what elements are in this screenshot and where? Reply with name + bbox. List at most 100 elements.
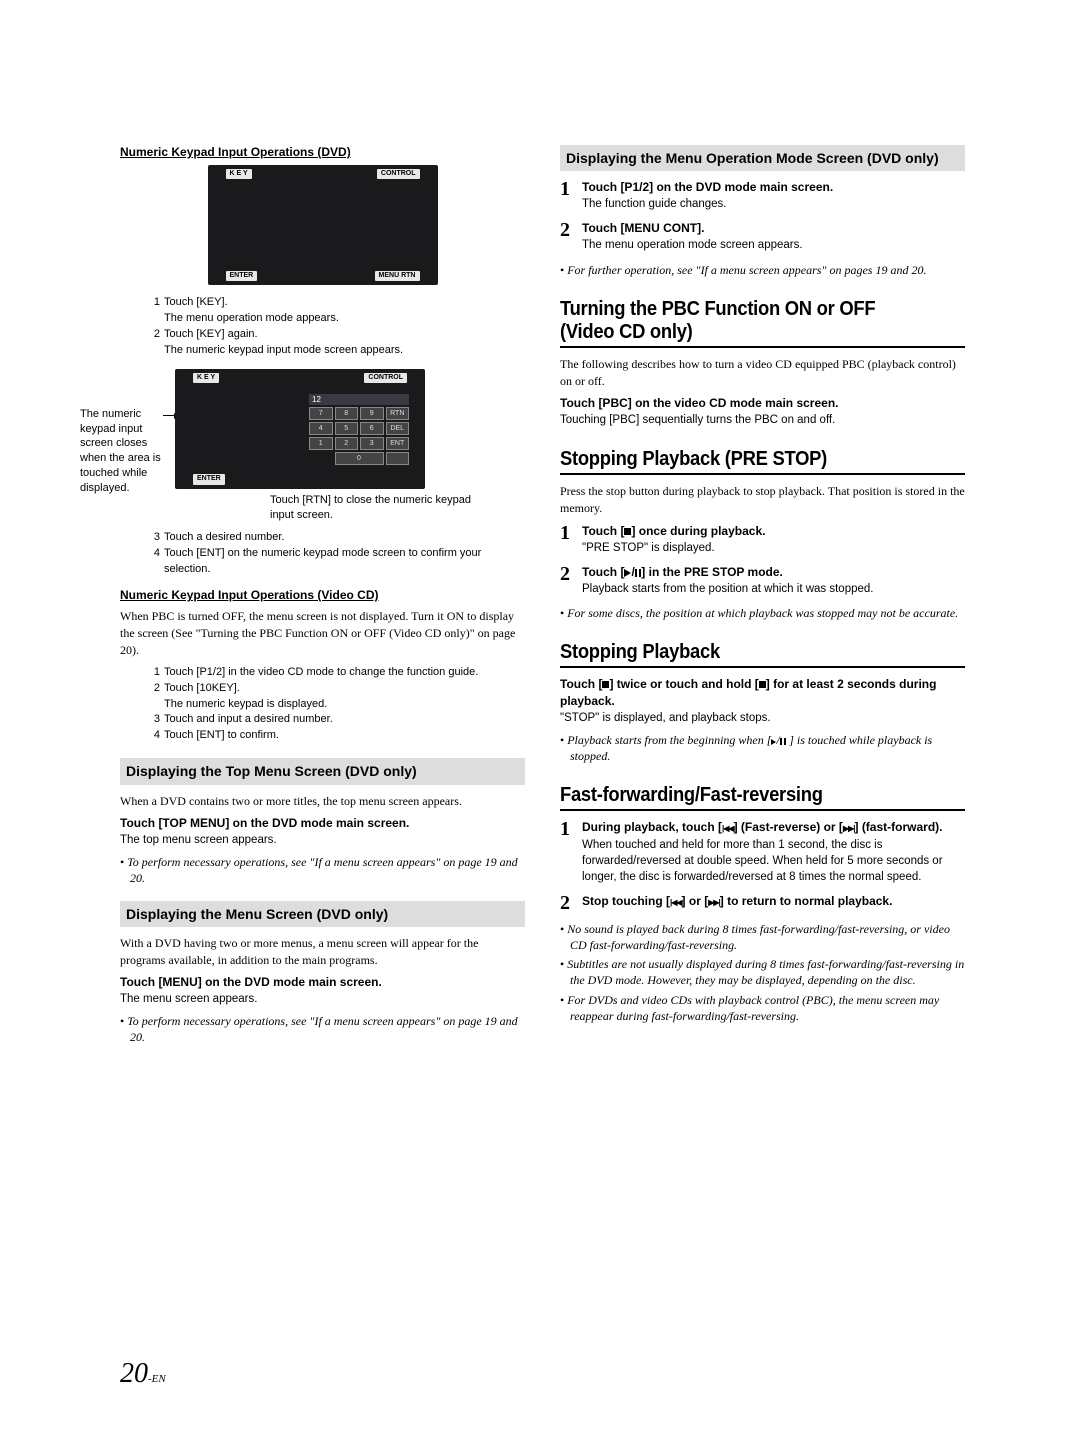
body-text: Press the stop button during playback to… — [560, 483, 965, 517]
step-text: Touch [KEY] again. — [164, 328, 258, 340]
keypad-5: 5 — [335, 422, 359, 435]
keypad-blank — [386, 452, 410, 465]
t: Stop touching [ — [582, 894, 670, 908]
step-sub: The menu operation mode appears. — [164, 312, 339, 324]
note-list: To perform necessary operations, see "If… — [120, 854, 525, 886]
keypad-0: 0 — [335, 452, 384, 465]
shot-menurtn-button: MENU RTN — [375, 271, 420, 281]
t: ] once during playback. — [631, 524, 765, 538]
t: ] in the PRE STOP mode. — [641, 565, 783, 579]
rule — [560, 473, 965, 475]
keypad-3: 3 — [360, 437, 384, 450]
steps-keypad-2: 3Touch a desired number. 4Touch [ENT] on… — [150, 530, 525, 578]
note-list: For further operation, see "If a menu sc… — [560, 262, 965, 278]
note-list: For some discs, the position at which pl… — [560, 605, 965, 621]
instruction-bold: Touch [MENU] on the DVD mode main screen… — [120, 974, 525, 991]
step-sub: Playback starts from the position at whi… — [582, 583, 873, 595]
step-sub: The function guide changes. — [582, 198, 727, 210]
instruction-sub: "STOP" is displayed, and playback stops. — [560, 710, 965, 726]
step-bold: Touch [P1/2] on the DVD mode main screen… — [582, 180, 833, 194]
step-text: Touch [P1/2] in the video CD mode to cha… — [164, 666, 478, 678]
steps-prestop: 1 Touch [ ] once during playback. "PRE ST… — [560, 523, 965, 597]
step-sub: "PRE STOP" is displayed. — [582, 542, 715, 554]
note-item: No sound is played back during 8 times f… — [560, 921, 965, 953]
note-list: To perform necessary operations, see "If… — [120, 1013, 525, 1045]
note-item: Playback starts from the beginning when … — [560, 732, 965, 764]
skip-fwd-icon — [708, 894, 720, 908]
body-text: When a DVD contains two or more titles, … — [120, 793, 525, 810]
steps-menumode: 1 Touch [P1/2] on the DVD mode main scre… — [560, 179, 965, 253]
skip-fwd-icon — [843, 820, 855, 834]
step-text: Touch [ENT] to confirm. — [164, 729, 279, 741]
keypad-9: 9 — [360, 407, 384, 420]
rtn-note: Touch [RTN] to close the numeric keypad … — [270, 493, 490, 523]
step-text: Touch and input a desired number. — [164, 713, 333, 725]
keypad-display: 12 — [309, 394, 409, 405]
t: ] or [ — [682, 894, 709, 908]
t: Touch [ — [560, 677, 602, 691]
shot-control-button: CONTROL — [377, 169, 420, 179]
shot-key-button: K E Y — [193, 373, 219, 383]
note-item: To perform necessary operations, see "If… — [120, 854, 525, 886]
screenshot-keypad: K E Y CONTROL ENTER 12 7 8 9 RTN 4 5 6 — [175, 369, 425, 489]
pause-icon — [780, 738, 783, 745]
step-text: Touch [KEY]. — [164, 296, 228, 308]
stop-icon — [759, 681, 766, 688]
note-item: Subtitles are not usually displayed duri… — [560, 956, 965, 988]
shot-enter-button: ENTER — [193, 474, 225, 484]
instruction-bold: Touch [PBC] on the video CD mode main sc… — [560, 395, 965, 412]
step-text: Touch [ENT] on the numeric keypad mode s… — [164, 547, 481, 575]
t: ] (fast-forward). — [854, 820, 942, 834]
steps-vcd: 1Touch [P1/2] in the video CD mode to ch… — [150, 665, 525, 745]
step-sub: The numeric keypad input mode screen app… — [164, 344, 403, 356]
step-number: 1 — [560, 819, 574, 884]
play-icon — [771, 739, 776, 745]
t: ] twice or touch and hold [ — [609, 677, 758, 691]
heading-menumode: Displaying the Menu Operation Mode Scree… — [560, 145, 965, 171]
shot-enter-button: ENTER — [226, 271, 258, 281]
t: Playback starts from the beginning when … — [567, 733, 771, 747]
keypad-ent: ENT — [386, 437, 410, 450]
step-text: Touch [10KEY]. — [164, 682, 240, 694]
steps-ff: 1 During playback, touch [ ] (Fast-revers… — [560, 819, 965, 912]
instruction-sub: The top menu screen appears. — [120, 832, 525, 848]
body-text: When PBC is turned OFF, the menu screen … — [120, 608, 525, 658]
t: ] (Fast-reverse) or [ — [734, 820, 843, 834]
steps-keypad-1: 1Touch [KEY]. The menu operation mode ap… — [150, 295, 525, 359]
t: Touch [ — [582, 565, 624, 579]
heading-keypad-dvd: Numeric Keypad Input Operations (DVD) — [120, 145, 525, 159]
pause-icon — [635, 569, 638, 577]
note-item: For DVDs and video CDs with playback con… — [560, 992, 965, 1024]
step-number: 1 — [560, 179, 574, 212]
skip-back-icon — [670, 894, 682, 908]
step-number: 2 — [560, 220, 574, 253]
section-ff: Fast-forwarding/Fast-reversing — [560, 784, 933, 807]
note-item: To perform necessary operations, see "If… — [120, 1013, 525, 1045]
t: During playback, touch [ — [582, 820, 722, 834]
instruction-bold: Touch [TOP MENU] on the DVD mode main sc… — [120, 815, 525, 832]
page-number-value: 20 — [120, 1358, 148, 1389]
section-pbc: Turning the PBC Function ON or OFF (Vide… — [560, 298, 933, 344]
left-column: Numeric Keypad Input Operations (DVD) K … — [120, 145, 525, 1049]
keypad-1: 1 — [309, 437, 333, 450]
note-list: No sound is played back during 8 times f… — [560, 921, 965, 1024]
step-text: Touch a desired number. — [164, 531, 284, 543]
rule — [560, 809, 965, 811]
step-bold: Touch [MENU CONT]. — [582, 221, 704, 235]
rule — [560, 666, 965, 668]
side-note: The numeric keypad input screen closes w… — [80, 407, 164, 496]
step-sub: The menu operation mode screen appears. — [582, 239, 803, 251]
manual-page: Numeric Keypad Input Operations (DVD) K … — [0, 0, 1080, 1445]
skip-back-icon — [722, 820, 734, 834]
keypad-8: 8 — [335, 407, 359, 420]
keypad-4: 4 — [309, 422, 333, 435]
screenshot-menu-mode: K E Y CONTROL ENTER MENU RTN — [208, 165, 438, 285]
keypad-6: 6 — [360, 422, 384, 435]
note-item: For some discs, the position at which pl… — [560, 605, 965, 621]
keypad-2: 2 — [335, 437, 359, 450]
step-sub: When touched and held for more than 1 se… — [582, 839, 943, 883]
section-prestop: Stopping Playback (PRE STOP) — [560, 448, 933, 471]
instruction-bold: Touch [] twice or touch and hold [] for … — [560, 676, 965, 710]
step-number: 1 — [560, 523, 574, 556]
section-stop: Stopping Playback — [560, 641, 933, 664]
